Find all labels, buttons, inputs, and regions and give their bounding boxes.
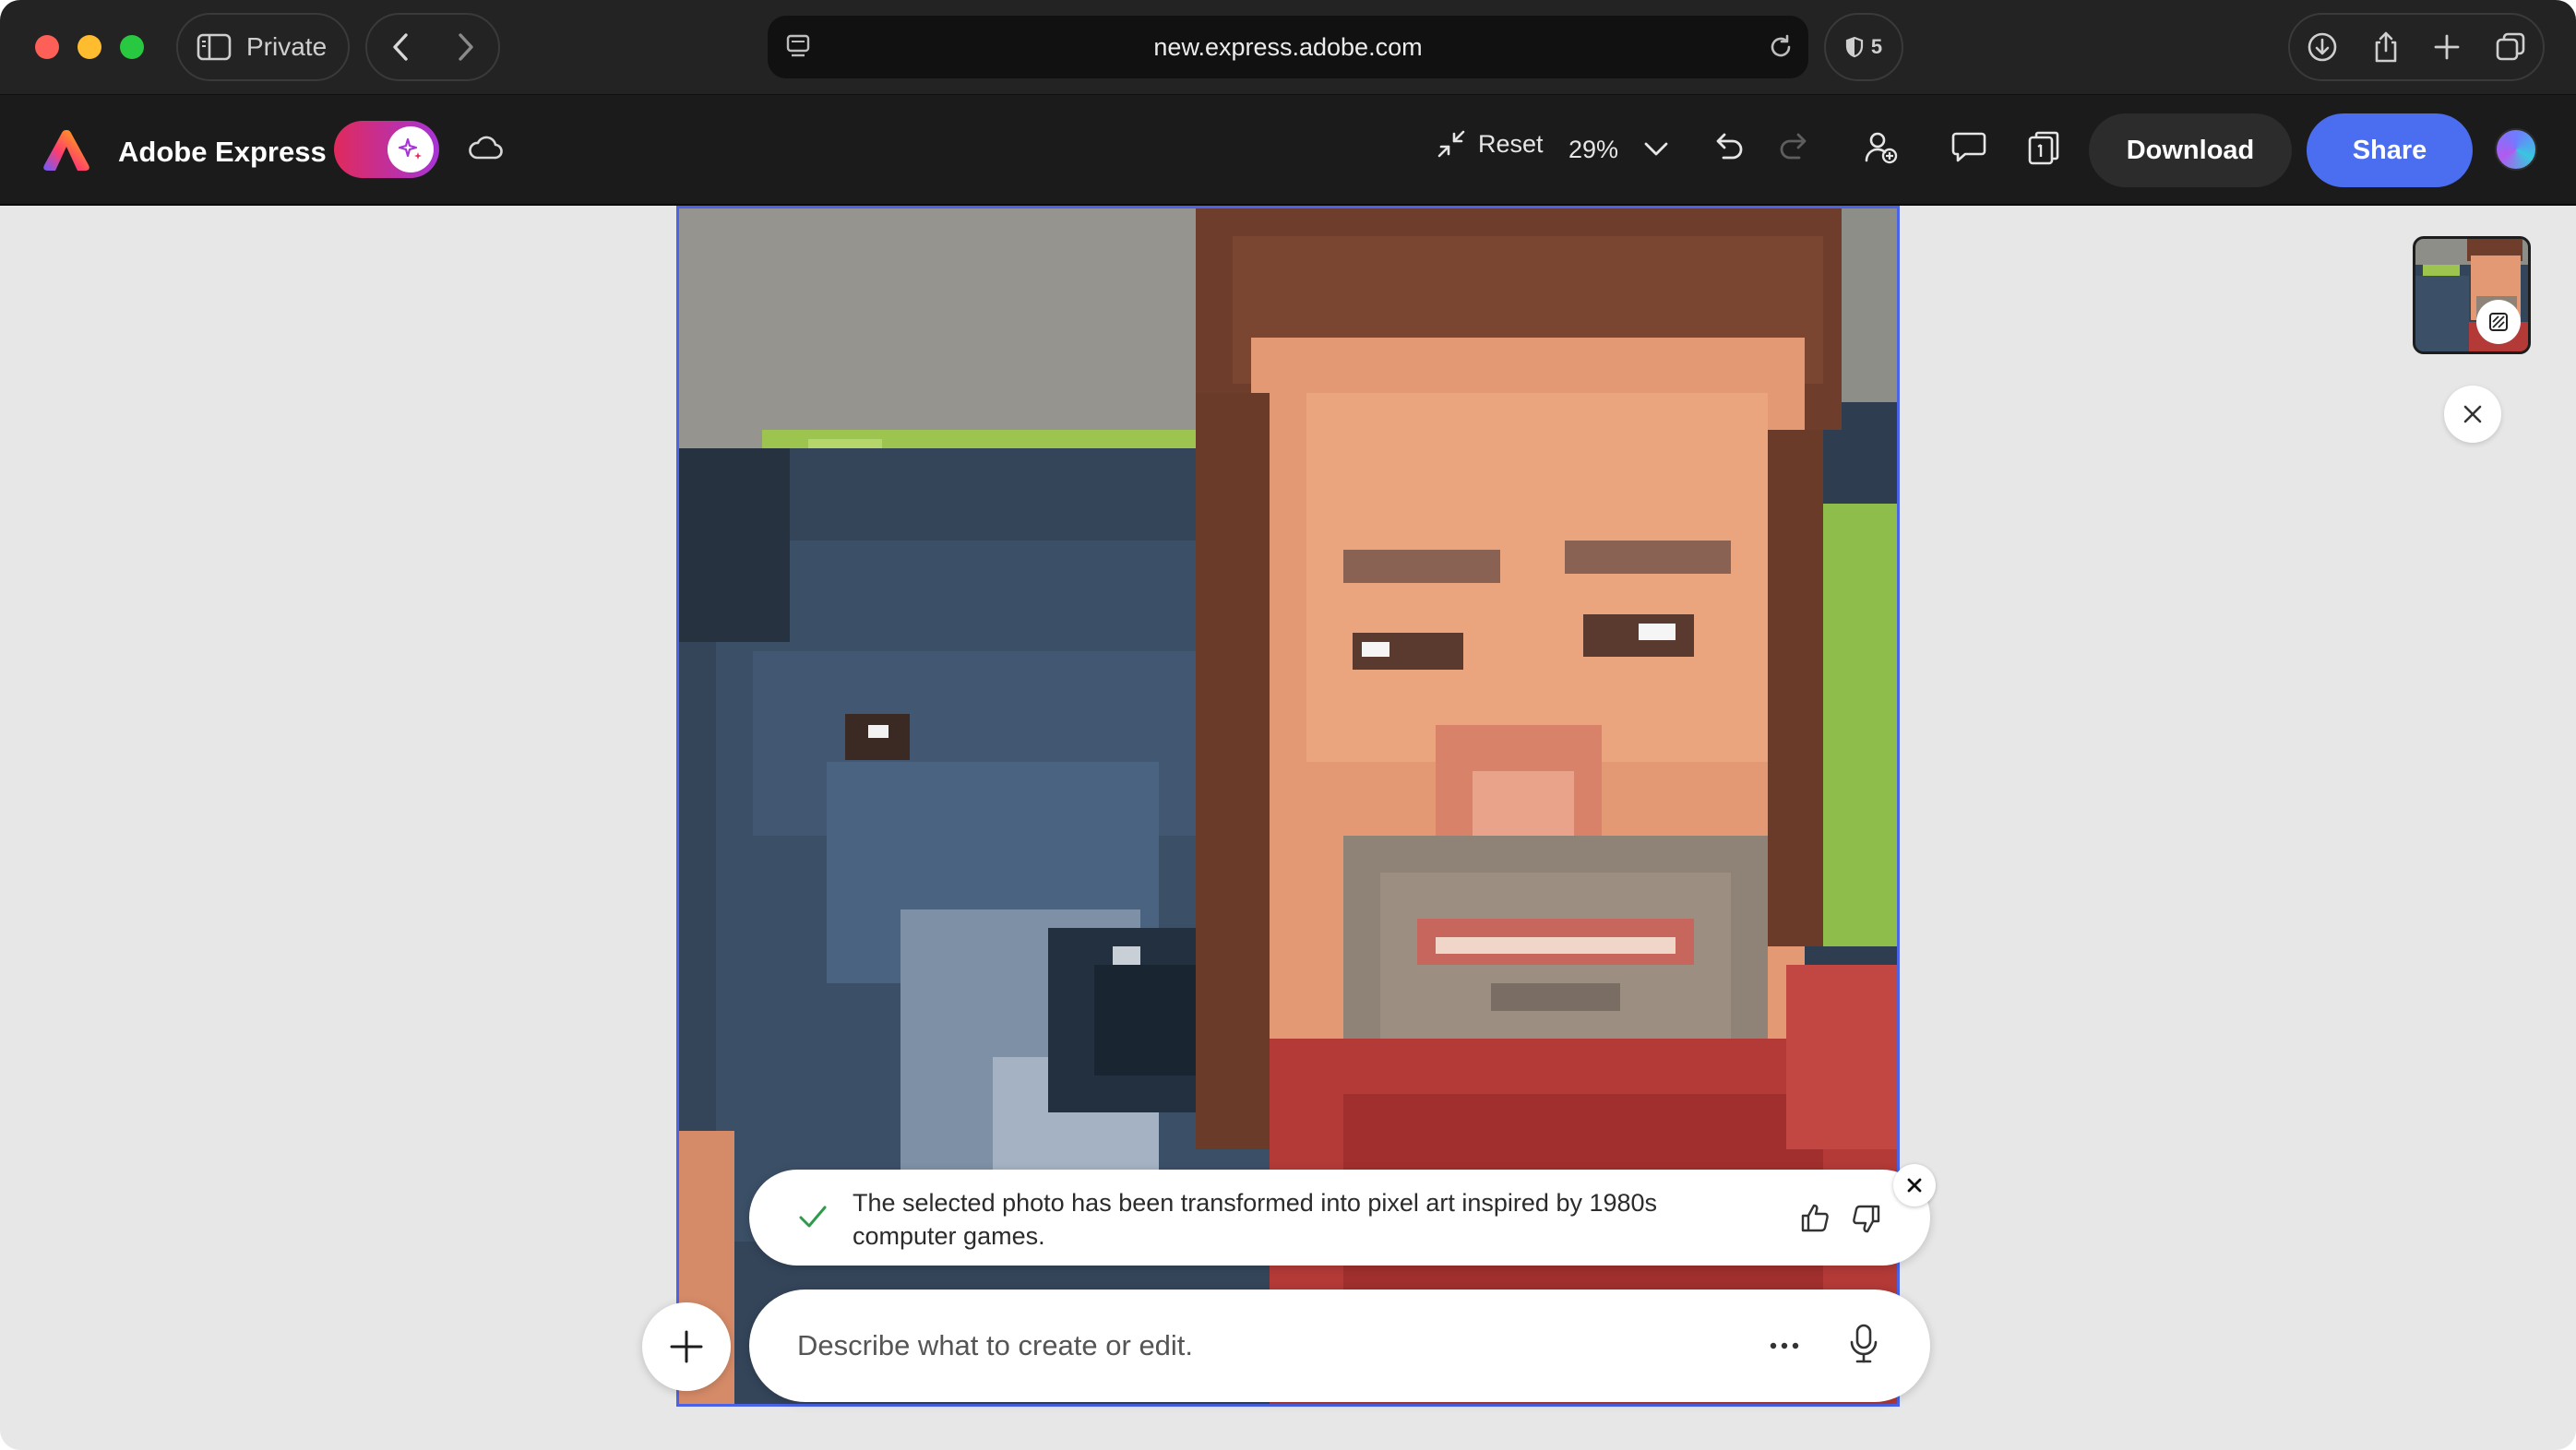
close-icon xyxy=(1907,1178,1922,1193)
reset-label: Reset xyxy=(1478,129,1544,158)
page-thumbnail[interactable] xyxy=(2413,236,2531,354)
thumbs-down-icon[interactable] xyxy=(1851,1203,1882,1234)
microphone-icon[interactable] xyxy=(1847,1323,1880,1365)
minimize-window-button[interactable] xyxy=(78,35,101,59)
app-toolbar: Adobe Express Reset 29% Download Share xyxy=(0,95,2576,206)
plus-icon xyxy=(670,1330,703,1363)
download-icon[interactable] xyxy=(2307,31,2338,63)
result-toast: The selected photo has been transformed … xyxy=(749,1170,1930,1266)
collapse-icon xyxy=(1437,130,1465,158)
browser-actions xyxy=(2288,13,2545,81)
plus-icon[interactable] xyxy=(2433,33,2461,61)
more-options-icon[interactable] xyxy=(1768,1332,1801,1360)
app-name: Adobe Express xyxy=(118,136,327,168)
cloud-icon[interactable] xyxy=(467,134,504,161)
zoom-level[interactable]: 29% xyxy=(1568,136,1618,164)
adobe-express-logo xyxy=(43,130,89,171)
browser-window: Private new.express.adobe.com 5 Adobe Ex… xyxy=(0,0,2576,1450)
shield-icon xyxy=(1845,36,1863,58)
private-sidebar-button[interactable]: Private xyxy=(176,13,350,81)
avatar[interactable] xyxy=(2495,128,2537,171)
comment-icon[interactable] xyxy=(1950,130,1987,163)
pattern-icon xyxy=(2489,313,2508,331)
close-icon xyxy=(2463,405,2482,423)
close-window-button[interactable] xyxy=(35,35,59,59)
reload-icon[interactable] xyxy=(1768,34,1794,60)
pages-icon[interactable] xyxy=(2026,130,2061,167)
reset-button[interactable]: Reset xyxy=(1436,128,1544,160)
share-button[interactable]: Share xyxy=(2307,113,2473,187)
zoom-window-button[interactable] xyxy=(120,35,144,59)
close-panel-button[interactable] xyxy=(2444,386,2501,443)
add-person-icon[interactable] xyxy=(1864,130,1899,165)
history-nav xyxy=(365,13,500,81)
thumbnail-badge xyxy=(2476,300,2521,344)
prompt-input[interactable] xyxy=(797,1317,1701,1374)
toggle-knob xyxy=(388,126,434,172)
sidebar-icon xyxy=(197,33,232,61)
private-label: Private xyxy=(246,32,328,61)
chevron-right-icon[interactable] xyxy=(455,31,477,63)
sparkle-icon xyxy=(398,137,422,160)
toast-close-button[interactable] xyxy=(1893,1164,1936,1206)
address-bar[interactable]: new.express.adobe.com xyxy=(768,16,1808,78)
prompt-bar xyxy=(749,1290,1930,1402)
chevron-left-icon[interactable] xyxy=(389,31,411,63)
shield-count: 5 xyxy=(1870,35,1883,58)
browser-toolbar: Private new.express.adobe.com 5 xyxy=(0,0,2576,95)
share-icon[interactable] xyxy=(2372,30,2400,64)
toast-message: The selected photo has been transformed … xyxy=(853,1189,1658,1250)
url-text: new.express.adobe.com xyxy=(1153,32,1423,61)
thumbs-up-icon[interactable] xyxy=(1799,1203,1831,1234)
download-button[interactable]: Download xyxy=(2089,113,2292,187)
tabs-icon[interactable] xyxy=(2495,31,2526,63)
privacy-report-button[interactable]: 5 xyxy=(1824,13,1903,81)
add-button[interactable] xyxy=(642,1302,731,1391)
chevron-down-icon[interactable] xyxy=(1642,137,1670,160)
redo-icon[interactable] xyxy=(1777,130,1812,163)
undo-icon[interactable] xyxy=(1711,130,1746,163)
checkmark-icon xyxy=(799,1206,827,1228)
ai-mode-toggle[interactable] xyxy=(334,121,439,178)
